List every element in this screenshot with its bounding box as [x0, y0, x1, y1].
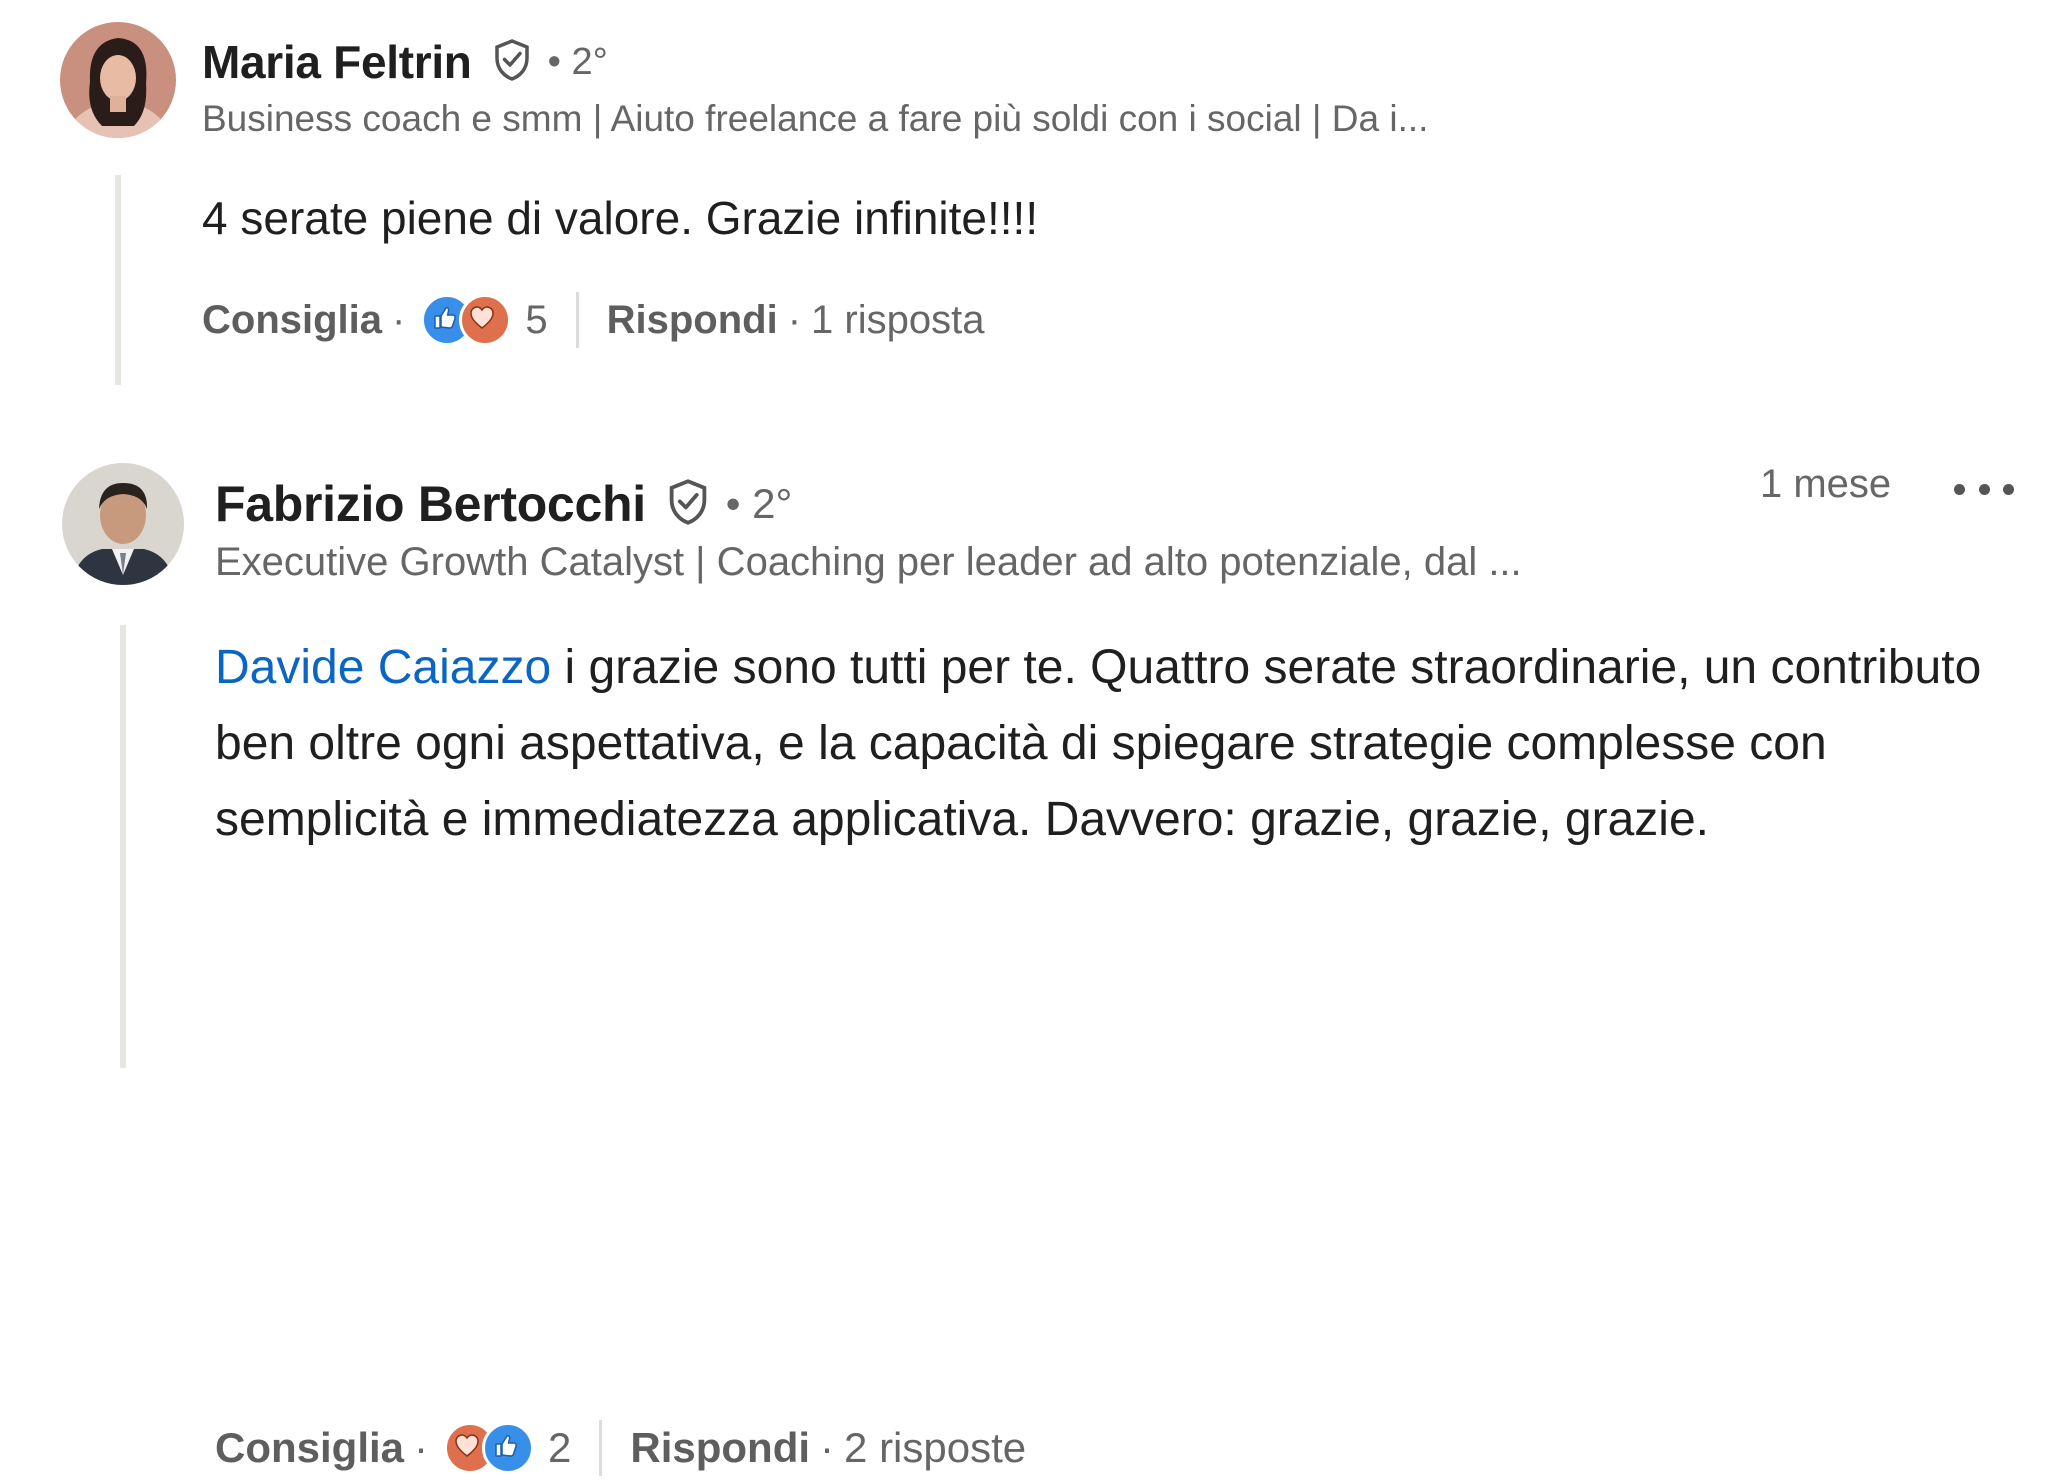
comment-actions: Consiglia · 5 Rispondi · 1 risposta: [202, 290, 984, 350]
comment: Fabrizio Bertocchi • 2° Executive Growth…: [0, 440, 2068, 1476]
comment-actions: Consiglia · 2 Rispondi · 2 risposte: [215, 1415, 1026, 1481]
ellipsis-dot-icon: [1954, 483, 1965, 495]
comment-header: Maria Feltrin • 2°: [202, 30, 608, 94]
love-icon: [459, 294, 512, 346]
more-options-button[interactable]: [1954, 474, 2014, 504]
comment-timestamp: 1 mese: [1760, 462, 1892, 506]
divider: [599, 1420, 603, 1476]
verified-shield-icon: [492, 38, 532, 87]
ellipsis-dot-icon: [2003, 483, 2014, 495]
reaction-count: 5: [525, 297, 548, 342]
like-icon: [482, 1422, 535, 1474]
reply-button[interactable]: Rispondi: [630, 1424, 810, 1472]
avatar[interactable]: [60, 22, 176, 138]
like-button[interactable]: Consiglia: [215, 1424, 404, 1472]
like-button[interactable]: Consiglia: [202, 298, 382, 343]
reactions-summary[interactable]: 2: [444, 1422, 571, 1474]
dot-separator: ·: [392, 297, 406, 342]
comment-text: Davide Caiazzo i grazie sono tutti per t…: [215, 630, 2035, 858]
comment-text: 4 serate piene di valore. Grazie infinit…: [202, 180, 1902, 256]
dot-separator: ·: [787, 297, 802, 342]
author-headline: Executive Growth Catalyst | Coaching per…: [215, 540, 1522, 584]
mention-link[interactable]: Davide Caiazzo: [215, 641, 551, 694]
reaction-count: 2: [548, 1424, 572, 1471]
connection-degree: • 2°: [547, 40, 608, 83]
author-headline: Business coach e smm | Aiuto freelance a…: [202, 98, 1429, 139]
verified-shield-icon: [666, 478, 710, 531]
divider: [575, 292, 579, 348]
avatar[interactable]: [62, 463, 184, 585]
replies-count-link[interactable]: 1 risposta: [811, 298, 984, 343]
dot-separator: ·: [414, 1424, 429, 1471]
comment: Maria Feltrin • 2° Business coach e smm …: [0, 0, 2068, 400]
replies-count-link[interactable]: 2 risposte: [844, 1424, 1026, 1472]
author-name[interactable]: Maria Feltrin: [202, 35, 472, 89]
reply-button[interactable]: Rispondi: [607, 298, 778, 343]
reactions-summary[interactable]: 5: [421, 294, 548, 346]
comment-paragraph: 4 serate piene di valore. Grazie infinit…: [202, 192, 1039, 244]
ellipsis-dot-icon: [1978, 483, 1990, 495]
author-name[interactable]: Fabrizio Bertocchi: [215, 475, 646, 533]
thread-line: [120, 625, 126, 1068]
comment-paragraph: Davide Caiazzo i grazie sono tutti per t…: [215, 630, 2035, 858]
dot-separator: ·: [820, 1424, 835, 1471]
comment-header: Fabrizio Bertocchi • 2°: [215, 468, 792, 540]
thread-line: [115, 175, 121, 385]
connection-degree: • 2°: [725, 480, 793, 527]
